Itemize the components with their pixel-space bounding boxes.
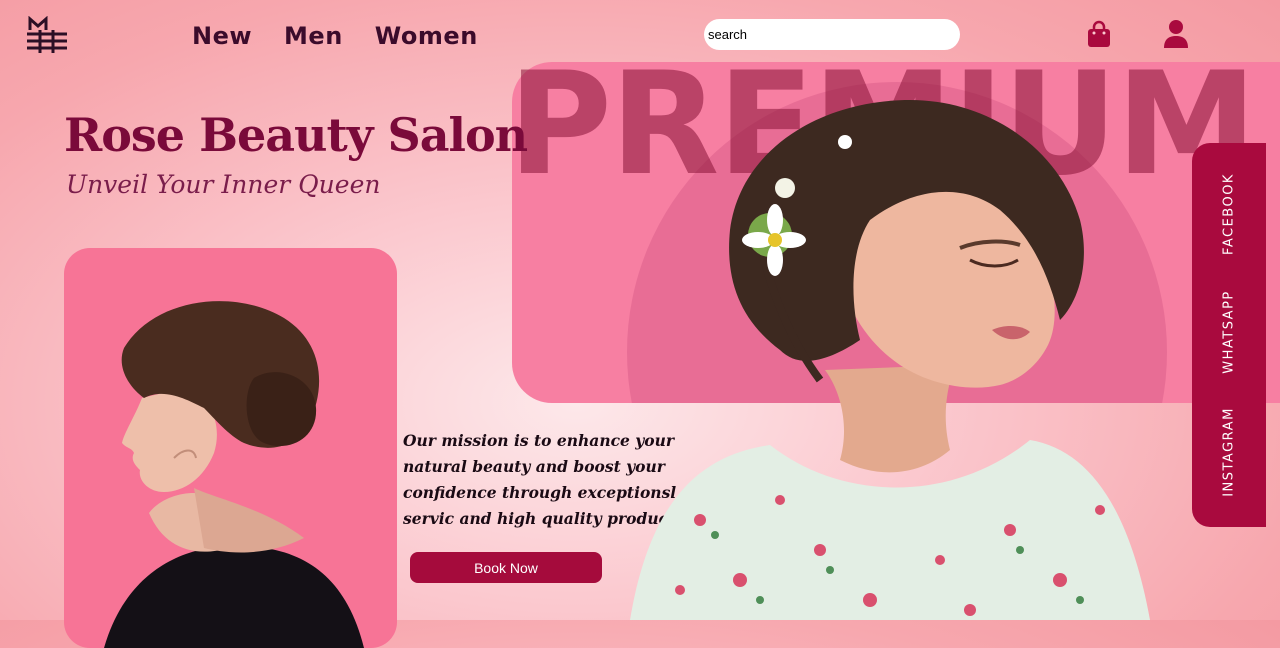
social-sidebar: FACEBOOK WHATSAPP INSTAGRAM (1192, 143, 1266, 527)
logo-icon[interactable] (26, 16, 68, 54)
page-title: Rose Beauty Salon (64, 108, 528, 162)
nav-women[interactable]: Women (375, 22, 478, 50)
social-whatsapp-link[interactable]: WHATSAPP (1222, 290, 1237, 374)
portrait-card (64, 248, 397, 648)
woman-profile-image (104, 301, 364, 648)
social-instagram-link[interactable]: INSTAGRAM (1222, 407, 1237, 497)
nav-new[interactable]: New (192, 22, 252, 50)
nav-men[interactable]: Men (284, 22, 343, 50)
tagline: Unveil Your Inner Queen (66, 170, 381, 199)
main-nav: New Men Women (192, 22, 478, 50)
social-facebook-link[interactable]: FACEBOOK (1222, 173, 1237, 255)
book-now-button[interactable]: Book Now (410, 552, 602, 583)
woman-hero-image (630, 100, 1150, 620)
